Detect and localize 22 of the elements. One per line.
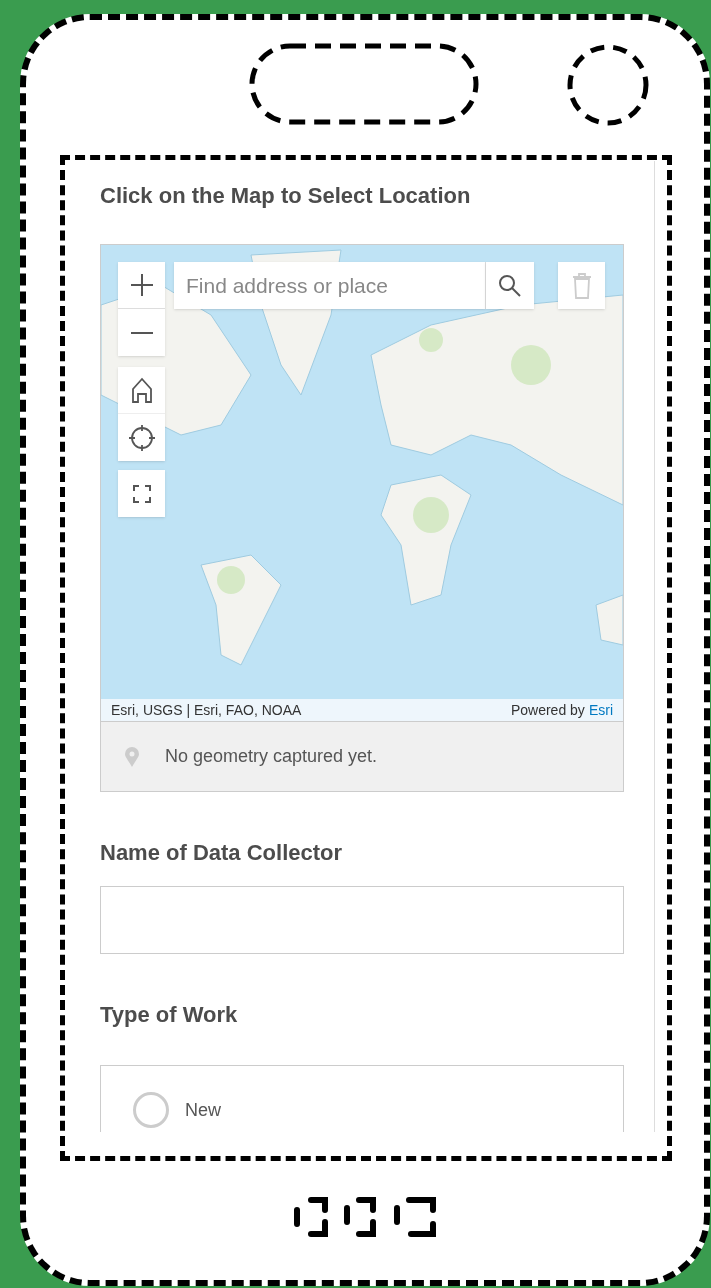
text-input-field[interactable]	[100, 886, 624, 954]
trash-icon	[571, 272, 592, 299]
radio-option[interactable]: New	[133, 1092, 591, 1128]
fullscreen-button[interactable]	[118, 470, 165, 517]
plus-icon	[129, 273, 154, 297]
powered-by-text: Powered by	[510, 700, 585, 720]
crosshair-icon	[128, 424, 155, 451]
attribution-text: Esri, USGS | Esri, FAO, NOAA	[111, 700, 302, 720]
minus-icon	[129, 330, 154, 335]
home-icon	[130, 377, 153, 403]
esri-link[interactable]: Esri	[588, 699, 613, 721]
radio-button[interactable]	[133, 1092, 169, 1128]
question-label: Click on the Map to Select Location	[100, 182, 472, 210]
search-field[interactable]: Find address or place	[174, 262, 486, 309]
field-label: Name of Data Collector	[100, 839, 344, 867]
fullscreen-icon	[132, 484, 151, 503]
search-icon	[498, 273, 522, 298]
search-button[interactable]	[486, 262, 534, 309]
field-label: Type of Work	[100, 1001, 239, 1029]
map-view[interactable]: Find address or place	[101, 245, 623, 699]
status-text: No geometry captured yet.	[165, 745, 378, 768]
location-pin-icon	[125, 746, 139, 767]
